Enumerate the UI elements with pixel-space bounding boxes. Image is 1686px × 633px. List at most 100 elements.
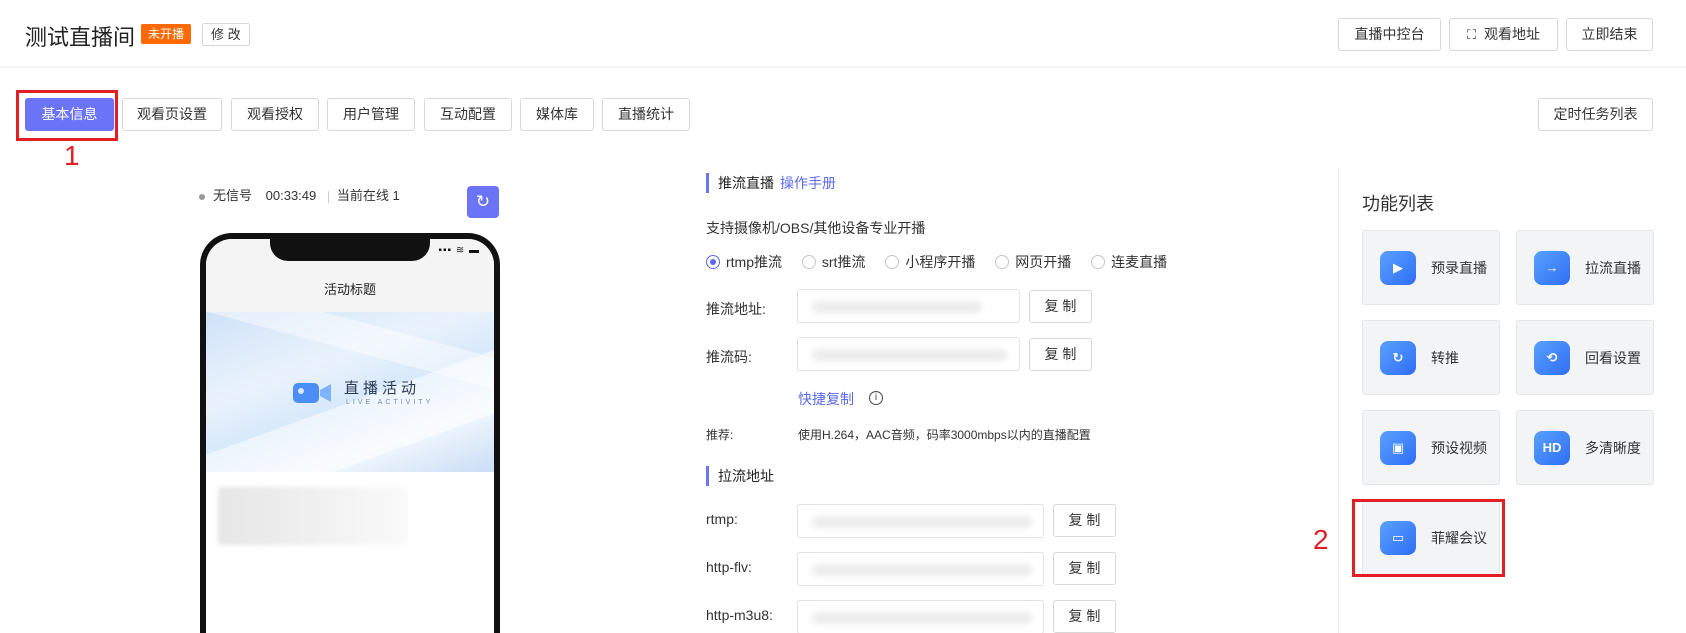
blurred-content [218,487,408,545]
feature-label: 预录直播 [1431,260,1487,276]
radio-icon [885,255,900,269]
push-section-label: 推流直播 [718,175,774,191]
feature-multi-resolution[interactable]: HD 多清晰度 [1516,410,1654,485]
push-address-field[interactable] [797,289,1020,323]
info-icon[interactable]: i [869,391,883,405]
push-section-title: 推流直播 操作手册 [706,173,836,193]
copy-push-address-button[interactable]: 复 制 [1029,290,1092,323]
scan-icon: ⛶ [1466,27,1477,42]
relay-icon: ↻ [1380,341,1416,375]
phone-notch [270,239,430,261]
blurred-value [812,301,982,313]
tab-watch-auth[interactable]: 观看授权 [231,98,319,131]
tab-live-stats[interactable]: 直播统计 [602,98,690,131]
quick-copy-link[interactable]: 快捷复制 [798,389,854,409]
banner-subtitle: LIVE ACTIVITY [346,399,434,406]
watch-url-button[interactable]: ⛶ 观看地址 [1449,18,1558,51]
radio-icon [995,255,1010,269]
manual-link[interactable]: 操作手册 [780,175,836,191]
radio-web[interactable]: 网页开播 [995,252,1071,272]
camera-icon [293,383,331,403]
blurred-value [812,516,1032,528]
arrow-right-icon: → [1534,251,1570,285]
radio-co-host[interactable]: 连麦直播 [1091,252,1167,272]
column-divider [1338,168,1339,633]
radio-srt[interactable]: srt推流 [801,252,866,272]
copy-push-code-button[interactable]: 复 制 [1029,338,1092,371]
online-count: 当前在线 1 [336,188,400,203]
main-panel: 基本信息 观看页设置 观看授权 用户管理 互动配置 媒体库 直播统计 定时任务列… [0,68,1686,633]
radio-icon [1091,255,1106,269]
live-timer: 00:33:49 [265,188,317,203]
tab-watch-page-settings[interactable]: 观看页设置 [122,98,222,131]
page-title: 测试直播间 [25,25,136,50]
pull-flv-field[interactable] [797,552,1044,586]
feature-replay-settings[interactable]: ⟲ 回看设置 [1516,320,1654,395]
feature-label: 预设视频 [1431,440,1487,456]
annotation-box-2 [1352,499,1505,577]
feature-label: 多清晰度 [1585,440,1641,456]
feature-pull-stream-live[interactable]: → 拉流直播 [1516,230,1654,305]
copy-flv-button[interactable]: 复 制 [1053,552,1116,585]
feature-preset-video[interactable]: ▣ 预设视频 [1362,410,1500,485]
tab-user-management[interactable]: 用户管理 [327,98,415,131]
divider [327,190,329,203]
blurred-value [812,349,1007,361]
refresh-icon: ↻ [475,192,491,211]
radio-mini-program[interactable]: 小程序开播 [885,252,975,272]
annotation-number-1: 1 [64,140,80,171]
push-code-field[interactable] [797,337,1020,371]
console-button[interactable]: 直播中控台 [1338,18,1441,51]
push-description: 支持摄像机/OBS/其他设备专业开播 [706,220,926,236]
push-mode-radio-group: rtmp推流 srt推流 小程序开播 网页开播 连麦直播 [706,252,1183,272]
edit-button[interactable]: 修 改 [202,23,250,46]
recommend-label: 推荐: [706,428,734,442]
push-code-label: 推流码: [706,349,752,365]
phone-activity-title: 活动标题 [323,282,376,297]
preview-status-bar: 无信号 00:33:49 当前在线 1 [199,186,400,206]
page-header: 测试直播间 未开播 修 改 直播中控台 ⛶ 观看地址 立即结束 [0,0,1686,66]
end-now-button[interactable]: 立即结束 [1566,18,1653,51]
feature-label: 回看设置 [1585,350,1641,366]
radio-label: rtmp推流 [726,254,782,270]
feature-label: 转推 [1431,350,1459,366]
pull-flv-label: http-flv: [706,559,752,575]
banner-title: 直播活动 [344,380,421,397]
blurred-value [812,564,1032,576]
radio-rtmp[interactable]: rtmp推流 [706,252,782,272]
refresh-button[interactable]: ↻ [467,186,499,218]
phone-preview: ▪▪▪ ≋ ▬ 活动标题 直播活动 LIVE ACTIVITY [200,233,500,633]
signal-dot-icon [199,193,205,200]
radio-icon [801,255,816,269]
radio-label: 连麦直播 [1111,254,1168,270]
tab-interaction-config[interactable]: 互动配置 [424,98,512,131]
pull-m3u8-label: http-m3u8: [706,607,773,623]
feature-prerecorded-live[interactable]: ▶ 预录直播 [1362,230,1500,305]
copy-rtmp-button[interactable]: 复 制 [1053,504,1116,537]
pull-m3u8-field[interactable] [797,600,1044,633]
camera-icon: ▶ [1380,251,1416,285]
annotation-number-2: 2 [1313,524,1329,555]
activity-banner: 直播活动 LIVE ACTIVITY [206,312,494,472]
push-address-label: 推流地址: [706,301,766,317]
recommend-text: 使用H.264，AAC音频，码率3000mbps以内的直播配置 [798,428,1091,442]
radio-label: 小程序开播 [905,254,976,270]
replay-icon: ⟲ [1534,341,1570,375]
blurred-value [812,612,1032,624]
hd-icon: HD [1534,431,1570,465]
scheduled-tasks-button[interactable]: 定时任务列表 [1538,98,1653,131]
tab-media-library[interactable]: 媒体库 [520,98,594,131]
phone-status-icons: ▪▪▪ ≋ ▬ [438,245,480,256]
watch-url-label: 观看地址 [1484,26,1541,42]
annotation-box-1 [16,90,118,141]
feature-relay[interactable]: ↻ 转推 [1362,320,1500,395]
status-badge: 未开播 [141,24,192,44]
pull-rtmp-field[interactable] [797,504,1044,538]
signal-status: 无信号 [213,188,253,203]
pull-section-title: 拉流地址 [706,466,774,486]
pull-rtmp-label: rtmp: [706,511,738,527]
feature-label: 拉流直播 [1585,260,1641,276]
copy-m3u8-button[interactable]: 复 制 [1053,600,1116,633]
radio-label: srt推流 [821,254,866,270]
video-preset-icon: ▣ [1380,431,1416,465]
